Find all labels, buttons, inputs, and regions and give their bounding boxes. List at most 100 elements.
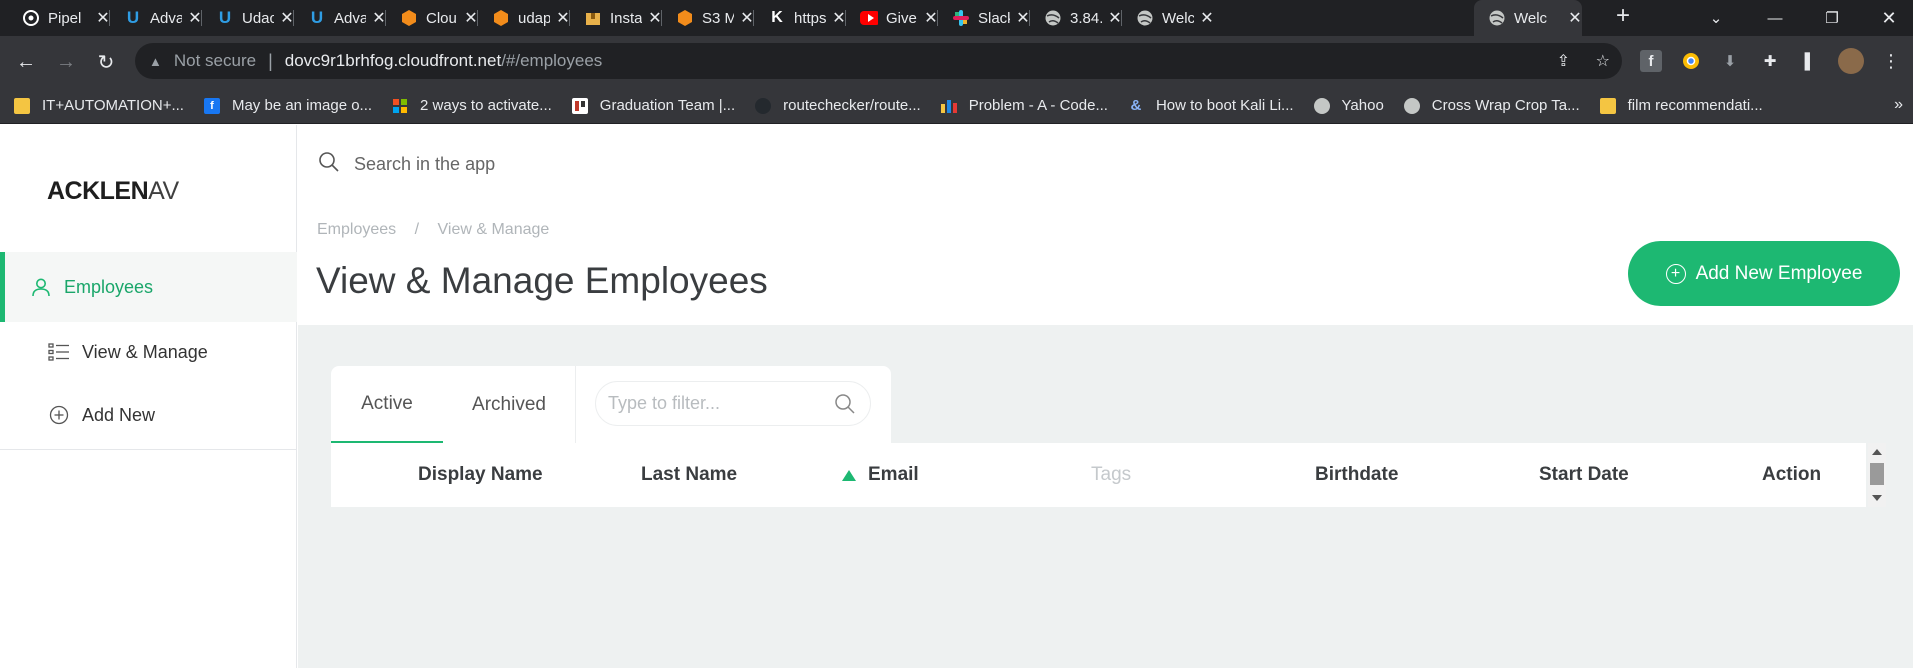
browser-tab[interactable]: S3 M ✕ (664, 0, 754, 36)
youtube-icon (860, 9, 878, 27)
avatar[interactable] (1838, 48, 1864, 74)
browser-tab[interactable]: udap ✕ (480, 0, 570, 36)
filter-input[interactable] (608, 393, 823, 414)
column-header-email[interactable]: Email (842, 443, 919, 507)
bookmark-item[interactable]: film recommendati... (1599, 97, 1763, 114)
bookmark-item[interactable]: IT+AUTOMATION+... (14, 97, 184, 114)
folder-icon (1599, 97, 1616, 114)
address-bar[interactable]: ▲ Not secure | dovc9r1brhfog.cloudfront.… (135, 43, 1622, 79)
new-tab-button[interactable]: + (1616, 2, 1630, 30)
employees-panel: Active Archived Display Name Last Name E… (298, 325, 1913, 668)
tab-title: Clou (426, 9, 457, 27)
browser-tab[interactable]: Give ✕ (848, 0, 938, 36)
close-icon[interactable]: ✕ (1016, 8, 1030, 28)
close-icon[interactable]: ✕ (372, 8, 386, 28)
tab-title: Welc (1162, 9, 1194, 27)
filter-field[interactable] (595, 381, 871, 426)
search-input[interactable] (354, 153, 1554, 175)
close-icon[interactable]: ✕ (740, 8, 754, 28)
warning-icon[interactable]: ▲ (149, 54, 162, 69)
window-close-icon[interactable]: ✕ (1869, 0, 1909, 36)
scroll-down-icon[interactable] (1872, 495, 1882, 501)
back-icon[interactable]: ← (12, 48, 40, 76)
close-icon[interactable]: ✕ (832, 8, 846, 28)
close-icon[interactable]: ✕ (1200, 8, 1214, 28)
minimize-icon[interactable]: — (1755, 0, 1795, 36)
browser-tab[interactable]: U Udac ✕ (204, 0, 294, 36)
close-icon[interactable]: ✕ (556, 8, 570, 28)
url-path[interactable]: /#/employees (501, 51, 602, 71)
browser-tab[interactable]: K https ✕ (756, 0, 846, 36)
sidepanel-icon[interactable]: ▌ (1799, 50, 1821, 72)
pipeline-icon (22, 9, 40, 27)
browser-tab[interactable]: Clou ✕ (388, 0, 478, 36)
browser-tab[interactable]: Slack ✕ (940, 0, 1030, 36)
browser-tab-active[interactable]: Welc ✕ (1474, 0, 1582, 36)
breadcrumb-item[interactable]: View & Manage (438, 221, 550, 238)
facebook-ext-icon[interactable]: f (1640, 50, 1662, 72)
share-icon[interactable]: ⇪ (1557, 51, 1570, 71)
bookmark-item[interactable]: Yahoo (1313, 97, 1384, 114)
close-icon[interactable]: ✕ (96, 8, 110, 28)
bookmarks-bar: IT+AUTOMATION+... f May be an image o...… (0, 88, 1913, 124)
tab-title: Adva (334, 9, 366, 27)
bookmark-item[interactable]: routechecker/route... (755, 97, 921, 114)
bookmark-item[interactable]: Cross Wrap Crop Ta... (1403, 97, 1580, 114)
bookmark-item[interactable]: 2 ways to activate... (392, 97, 552, 114)
bookmark-item[interactable]: Graduation Team |... (571, 97, 735, 114)
breadcrumb-item[interactable]: Employees (317, 221, 396, 238)
add-new-employee-button[interactable]: + Add New Employee (1628, 241, 1900, 306)
close-icon[interactable]: ✕ (1108, 8, 1122, 28)
browser-toolbar: ← → ↻ ▲ Not secure | dovc9r1brhfog.cloud… (0, 36, 1913, 88)
browser-tab[interactable]: U Adva ✕ (296, 0, 386, 36)
browser-tab[interactable]: U Adva ✕ (112, 0, 202, 36)
forward-icon[interactable]: → (52, 48, 80, 76)
more-bookmarks-icon[interactable]: » (1894, 96, 1903, 114)
reload-icon[interactable]: ↻ (92, 48, 120, 76)
browser-tab[interactable]: Welc ✕ (1124, 0, 1214, 36)
close-icon[interactable]: ✕ (188, 8, 202, 28)
table-scrollbar[interactable] (1868, 443, 1886, 507)
scroll-up-icon[interactable] (1872, 449, 1882, 455)
slack-icon (952, 9, 970, 27)
globe-icon (1136, 9, 1154, 27)
column-header-display-name[interactable]: Display Name (418, 443, 543, 507)
menu-icon[interactable]: ⋮ (1880, 50, 1902, 72)
column-header-birthdate[interactable]: Birthdate (1315, 443, 1398, 507)
sidebar-item-view-manage[interactable]: View & Manage (0, 320, 297, 384)
download-ext-icon[interactable]: ⬇ (1719, 50, 1741, 72)
table-header: Display Name Last Name Email Tags Birthd… (331, 443, 1866, 507)
sidebar-item-label: Add New (82, 404, 156, 425)
column-header-last-name[interactable]: Last Name (641, 443, 737, 507)
chrome-ext-icon[interactable] (1680, 50, 1702, 72)
browser-tab[interactable]: Pipel ✕ (10, 0, 110, 36)
close-icon[interactable]: ✕ (464, 8, 478, 28)
bookmark-item[interactable]: & How to boot Kali Li... (1128, 97, 1294, 114)
star-icon[interactable]: ☆ (1596, 51, 1610, 71)
bookmark-item[interactable]: Problem - A - Code... (940, 97, 1108, 114)
close-icon[interactable]: ✕ (924, 8, 938, 28)
sidebar-item-employees[interactable]: Employees (0, 252, 297, 322)
tab-search-icon[interactable]: ⌄ (1696, 0, 1736, 36)
close-icon[interactable]: ✕ (1568, 8, 1582, 28)
close-icon[interactable]: ✕ (280, 8, 294, 28)
close-icon[interactable]: ✕ (648, 8, 662, 28)
search-icon[interactable] (834, 393, 856, 420)
app-search[interactable] (318, 139, 1808, 189)
bookmark-item[interactable]: f May be an image o... (203, 97, 372, 114)
user-icon (30, 276, 52, 298)
url-host[interactable]: dovc9r1brhfog.cloudfront.net (285, 51, 501, 71)
sidebar-item-add-new[interactable]: Add New (0, 383, 297, 447)
restore-icon[interactable]: ❐ (1812, 0, 1852, 36)
tab-archived[interactable]: Archived (443, 366, 575, 443)
security-label[interactable]: Not secure (174, 51, 256, 71)
tab-active[interactable]: Active (331, 366, 443, 443)
column-header-start-date[interactable]: Start Date (1539, 443, 1629, 507)
scroll-thumb[interactable] (1870, 463, 1884, 485)
tab-title: Adva (150, 9, 182, 27)
extensions-icon[interactable]: ✚ (1759, 50, 1781, 72)
logo[interactable]: ACKLENAV (47, 177, 179, 206)
browser-tab[interactable]: Insta ✕ (572, 0, 662, 36)
browser-tab[interactable]: 3.84. ✕ (1032, 0, 1122, 36)
tab-title: S3 M (702, 9, 734, 27)
